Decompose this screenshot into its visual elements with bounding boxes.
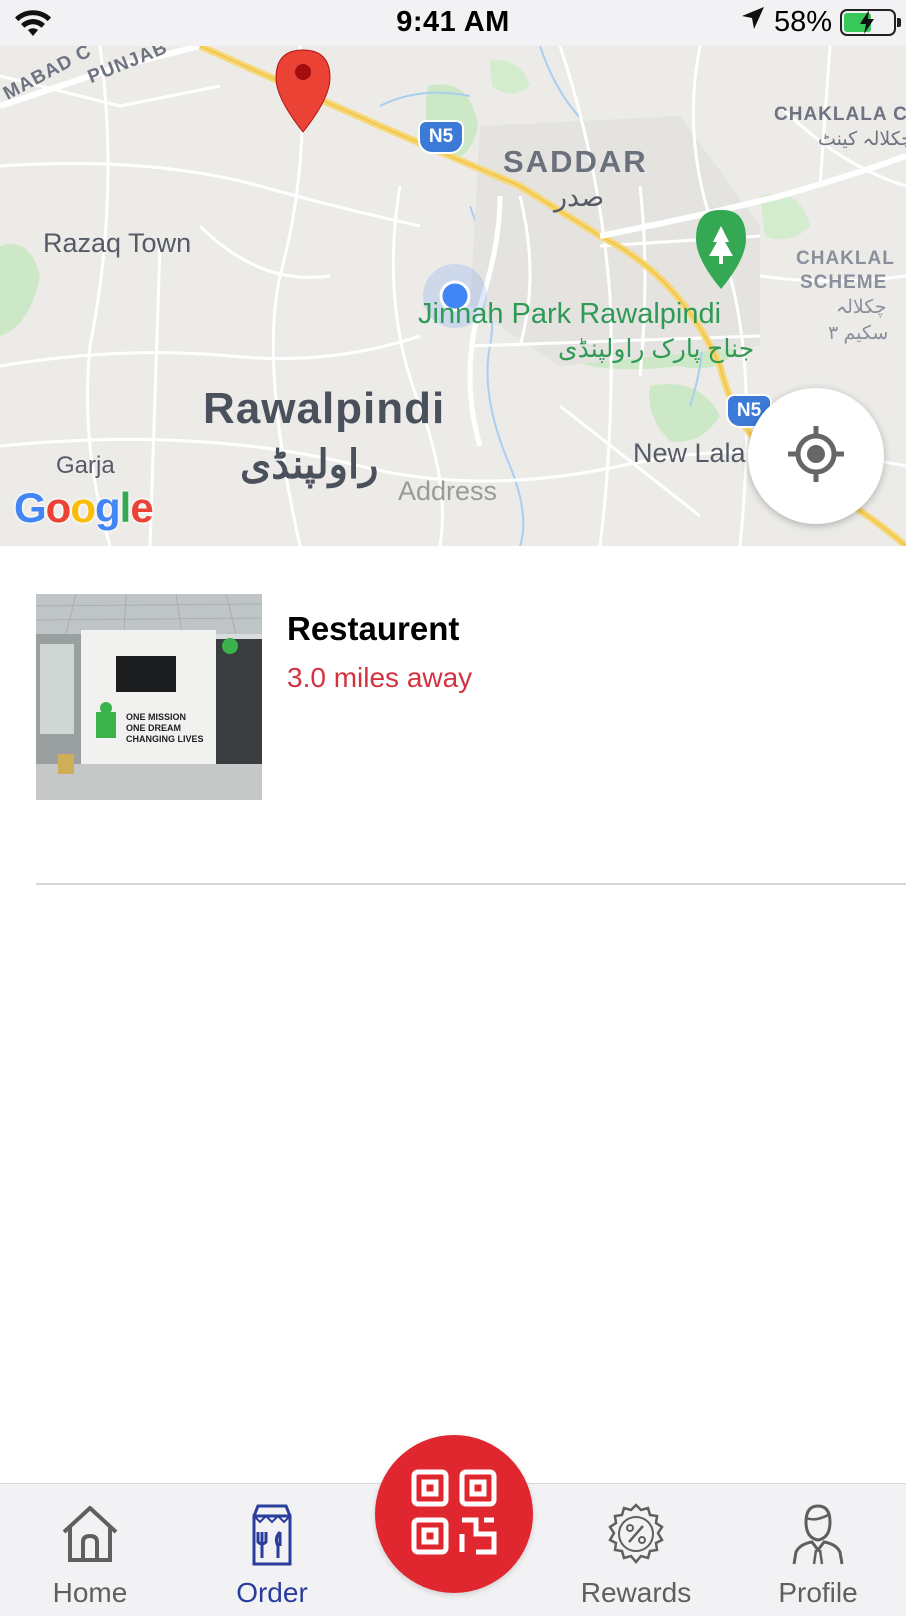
battery-icon	[840, 8, 901, 36]
tab-rewards-label: Rewards	[580, 1577, 692, 1608]
tab-home[interactable]: Home	[15, 1484, 165, 1616]
map-label-saddar: SADDAR	[503, 144, 648, 179]
map-label-chaklala-scheme-2: SCHEME	[800, 272, 888, 293]
map-label-garja: Garja	[56, 452, 115, 479]
road-shield-n5: N5	[418, 120, 464, 154]
rewards-badge-icon	[561, 1502, 711, 1566]
battery-percentage: 58%	[773, 5, 832, 38]
photo-text-line: ONE DREAM	[126, 723, 181, 733]
map-label-saddar-urdu: صدر	[554, 182, 605, 212]
map-label-jinnah-park: Jinnah Park Rawalpindi	[418, 298, 722, 330]
tab-order-label: Order	[236, 1577, 308, 1608]
list-divider	[36, 883, 906, 885]
tab-home-label: Home	[52, 1577, 128, 1608]
location-arrow-icon	[740, 5, 766, 39]
restaurant-list-item[interactable]: ONE MISSION ONE DREAM CHANGING LIVES Res…	[0, 594, 906, 885]
map-label-chaklala-scheme-urdu: چکلالہ	[836, 297, 887, 318]
crosshair-icon	[786, 424, 846, 489]
google-logo: Google	[14, 484, 154, 531]
restaurant-name: Restaurent	[287, 610, 460, 647]
tab-profile-label: Profile	[778, 1577, 858, 1608]
photo-text-line: ONE MISSION	[126, 712, 186, 722]
map-label-new-lala: New Lala	[633, 438, 746, 468]
food-bag-icon	[197, 1502, 347, 1566]
qr-scan-button[interactable]	[375, 1435, 533, 1593]
tab-rewards[interactable]: Rewards	[561, 1484, 711, 1616]
map-label-chaklala-scheme: CHAKLAL	[796, 248, 895, 269]
restaurant-photo: ONE MISSION ONE DREAM CHANGING LIVES	[36, 594, 262, 800]
tab-order[interactable]: Order	[197, 1484, 347, 1616]
profile-icon	[743, 1502, 893, 1566]
qr-code-icon	[410, 1468, 498, 1561]
photo-text-line: CHANGING LIVES	[126, 734, 204, 744]
tab-profile[interactable]: Profile	[743, 1484, 893, 1616]
home-icon	[15, 1502, 165, 1566]
map-label-razaq-town: Razaq Town	[43, 228, 192, 258]
map-label-rawalpindi-urdu: راولپنڈی	[240, 443, 379, 487]
status-bar: 9:41 AM 58%	[0, 0, 906, 46]
map-label-chaklala-scheme-urdu-2: سکیم ۳	[828, 323, 889, 344]
map-label-chaklala-cantt-urdu: چکلالہ کینٹ	[818, 129, 906, 150]
map-label-chaklala-cantt: CHAKLALA C	[774, 104, 906, 125]
map-label-rawalpindi: Rawalpindi	[203, 384, 446, 433]
my-location-button[interactable]	[748, 388, 884, 524]
restaurant-distance: 3.0 miles away	[287, 662, 473, 693]
address-label: Address	[398, 476, 498, 506]
map-label-jinnah-park-urdu: جناح پارک راولپنڈی	[558, 335, 755, 363]
